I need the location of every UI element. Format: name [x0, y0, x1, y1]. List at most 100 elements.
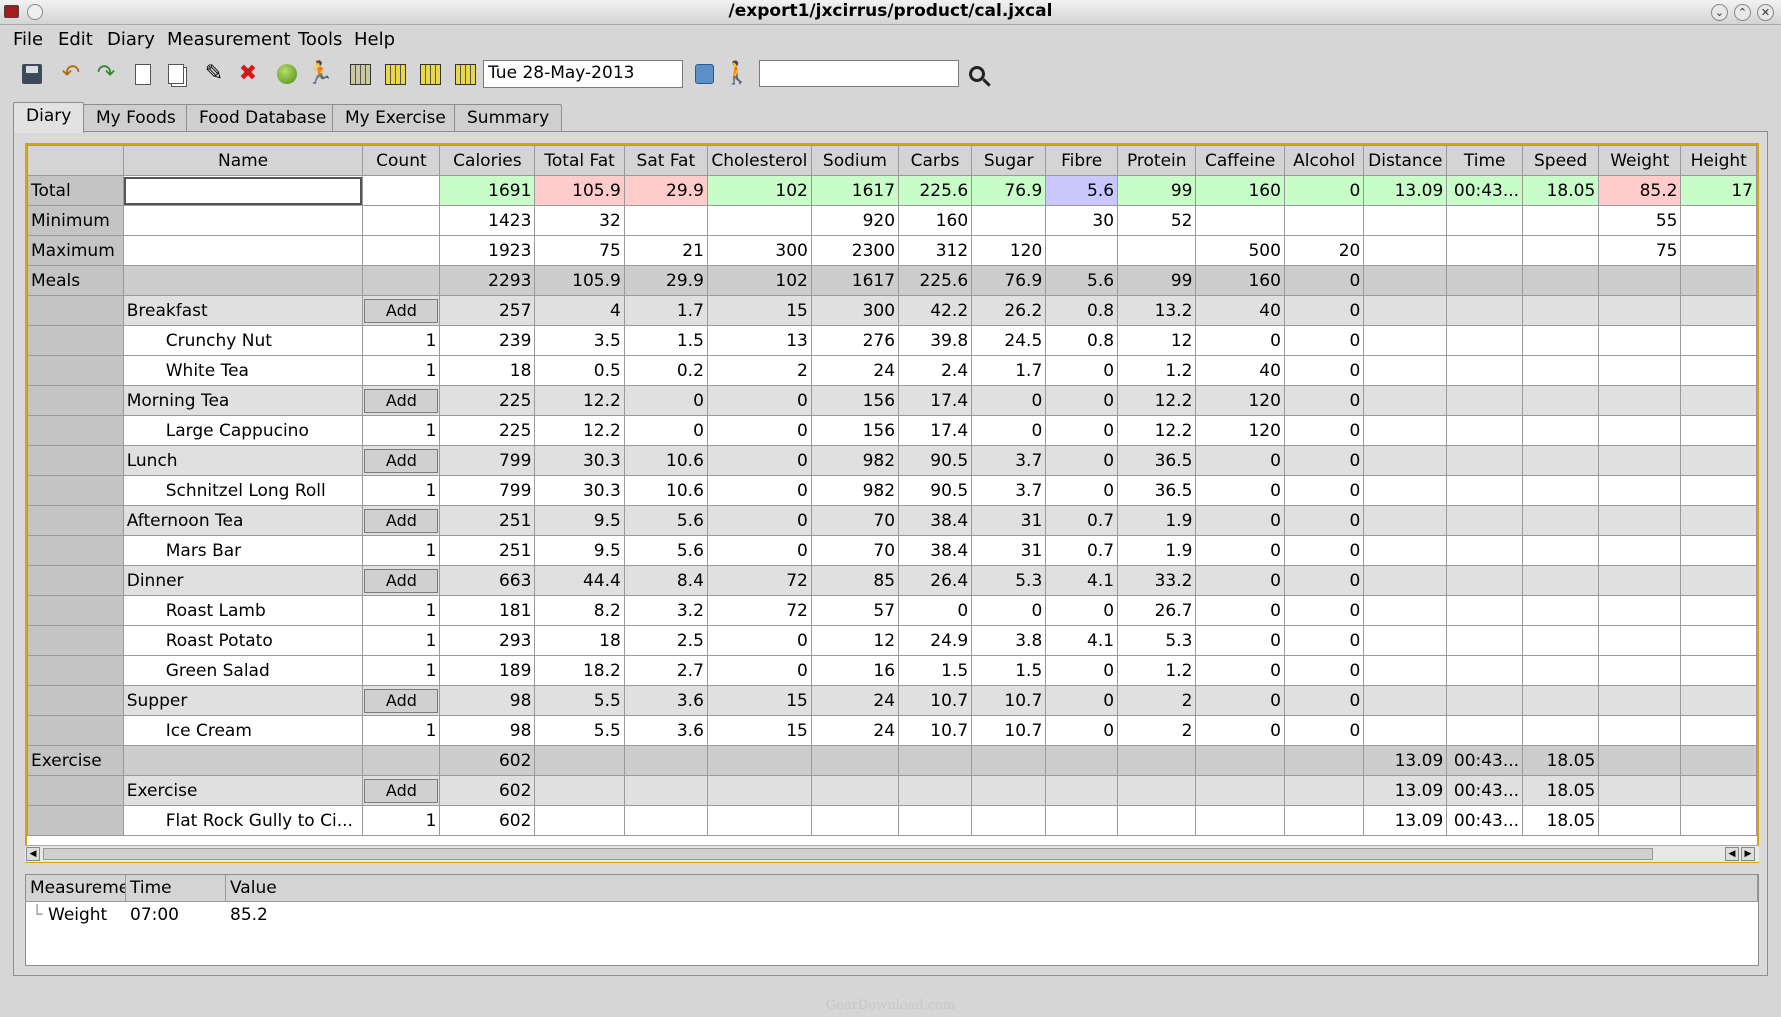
- name-cell[interactable]: [122, 205, 364, 236]
- delete-icon[interactable]: ✖: [234, 60, 262, 88]
- count-cell[interactable]: Add: [362, 685, 441, 716]
- value-cell[interactable]: 5.5: [534, 685, 625, 716]
- value-cell[interactable]: 5.6: [1045, 175, 1119, 206]
- value-cell[interactable]: 12.2: [1117, 385, 1197, 416]
- value-cell[interactable]: 0: [1045, 445, 1119, 476]
- value-cell[interactable]: 12: [1117, 325, 1197, 356]
- count-cell[interactable]: Add: [362, 775, 441, 806]
- value-cell[interactable]: 33.2: [1117, 565, 1197, 596]
- value-cell[interactable]: [534, 745, 625, 776]
- value-cell[interactable]: 0: [1283, 175, 1365, 206]
- column-header[interactable]: Total Fat: [534, 145, 625, 176]
- value-cell[interactable]: 799: [439, 475, 536, 506]
- scroll-left-icon[interactable]: ◀: [1725, 847, 1739, 861]
- value-cell[interactable]: 1423: [439, 205, 536, 236]
- column-header[interactable]: Sat Fat: [623, 145, 708, 176]
- row-header[interactable]: [27, 385, 124, 416]
- grid-prev-icon[interactable]: [381, 60, 409, 88]
- value-cell[interactable]: 189: [439, 655, 536, 686]
- value-cell[interactable]: [898, 805, 973, 836]
- name-cell[interactable]: Roast Lamb: [122, 595, 364, 626]
- value-cell[interactable]: 13.09: [1363, 745, 1448, 776]
- name-cell[interactable]: Crunchy Nut: [122, 325, 364, 356]
- value-cell[interactable]: [1598, 325, 1682, 356]
- column-header[interactable]: Height: [1680, 145, 1757, 176]
- value-cell[interactable]: [1598, 655, 1682, 686]
- value-cell[interactable]: 18: [534, 625, 625, 656]
- value-cell[interactable]: 9.5: [534, 505, 625, 536]
- value-cell[interactable]: 251: [439, 505, 536, 536]
- tab-summary[interactable]: Summary: [454, 104, 563, 131]
- row-header[interactable]: [27, 565, 124, 596]
- value-cell[interactable]: [1446, 355, 1524, 386]
- value-cell[interactable]: [1363, 595, 1448, 626]
- value-cell[interactable]: 12.2: [534, 415, 625, 446]
- name-cell[interactable]: Mars Bar: [122, 535, 364, 566]
- value-cell[interactable]: 0: [1045, 685, 1119, 716]
- value-cell[interactable]: 24.9: [898, 625, 973, 656]
- value-cell[interactable]: 1.9: [1117, 505, 1197, 536]
- search-icon[interactable]: [963, 60, 991, 88]
- value-cell[interactable]: 1617: [810, 265, 900, 296]
- value-cell[interactable]: 5.3: [971, 565, 1047, 596]
- value-cell[interactable]: [1195, 205, 1285, 236]
- name-cell[interactable]: [122, 745, 364, 776]
- grid-first-icon[interactable]: [346, 60, 374, 88]
- row-header[interactable]: [27, 625, 124, 656]
- edit-icon[interactable]: ✎: [200, 60, 228, 88]
- value-cell[interactable]: 0: [1195, 445, 1285, 476]
- value-cell[interactable]: 24: [810, 715, 900, 746]
- add-button[interactable]: Add: [364, 778, 439, 803]
- value-cell[interactable]: 0: [1283, 685, 1365, 716]
- value-cell[interactable]: 0: [1195, 535, 1285, 566]
- value-cell[interactable]: 2: [1117, 715, 1197, 746]
- value-cell[interactable]: 32: [534, 205, 625, 236]
- value-cell[interactable]: 0: [1283, 295, 1365, 326]
- value-cell[interactable]: 15: [706, 685, 812, 716]
- tab-my-foods[interactable]: My Foods: [83, 104, 189, 131]
- value-cell[interactable]: [1363, 235, 1448, 266]
- value-cell[interactable]: [1598, 475, 1682, 506]
- value-cell[interactable]: 20: [1283, 235, 1365, 266]
- value-cell[interactable]: [1363, 505, 1448, 536]
- value-cell[interactable]: [1446, 715, 1524, 746]
- value-cell[interactable]: [1522, 595, 1600, 626]
- value-cell[interactable]: 2.5: [623, 625, 708, 656]
- value-cell[interactable]: 1.2: [1117, 655, 1197, 686]
- value-cell[interactable]: [1522, 655, 1600, 686]
- value-cell[interactable]: 42.2: [898, 295, 973, 326]
- count-cell[interactable]: Add: [362, 565, 441, 596]
- value-cell[interactable]: 75: [1598, 235, 1682, 266]
- value-cell[interactable]: 18: [439, 355, 536, 386]
- column-header[interactable]: Carbs: [898, 145, 973, 176]
- tab-diary[interactable]: Diary: [13, 102, 85, 133]
- value-cell[interactable]: [1522, 385, 1600, 416]
- value-cell[interactable]: 10.7: [971, 685, 1047, 716]
- value-cell[interactable]: 10.7: [898, 715, 973, 746]
- value-cell[interactable]: [1680, 745, 1757, 776]
- value-cell[interactable]: 0: [1195, 595, 1285, 626]
- value-cell[interactable]: 0: [1283, 655, 1365, 686]
- value-cell[interactable]: 10.7: [898, 685, 973, 716]
- value-cell[interactable]: [1522, 625, 1600, 656]
- value-cell[interactable]: 181: [439, 595, 536, 626]
- value-cell[interactable]: [1680, 265, 1757, 296]
- row-header[interactable]: Maximum: [27, 235, 124, 266]
- value-cell[interactable]: 160: [1195, 265, 1285, 296]
- value-cell[interactable]: [1598, 625, 1682, 656]
- value-cell[interactable]: [1522, 715, 1600, 746]
- column-header[interactable]: Distance: [1363, 145, 1448, 176]
- value-cell[interactable]: 1.9: [1117, 535, 1197, 566]
- value-cell[interactable]: 1.2: [1117, 355, 1197, 386]
- count-cell[interactable]: [362, 235, 441, 266]
- tab-my-exercise[interactable]: My Exercise: [332, 104, 459, 131]
- value-cell[interactable]: 38.4: [898, 535, 973, 566]
- value-cell[interactable]: [1522, 505, 1600, 536]
- value-cell[interactable]: 2: [706, 355, 812, 386]
- value-cell[interactable]: 225: [439, 385, 536, 416]
- value-cell[interactable]: 24: [810, 685, 900, 716]
- value-cell[interactable]: 1.5: [971, 655, 1047, 686]
- measurement-column-header[interactable]: Measurement: [26, 875, 126, 902]
- value-cell[interactable]: [1522, 295, 1600, 326]
- count-cell[interactable]: 1: [362, 655, 441, 686]
